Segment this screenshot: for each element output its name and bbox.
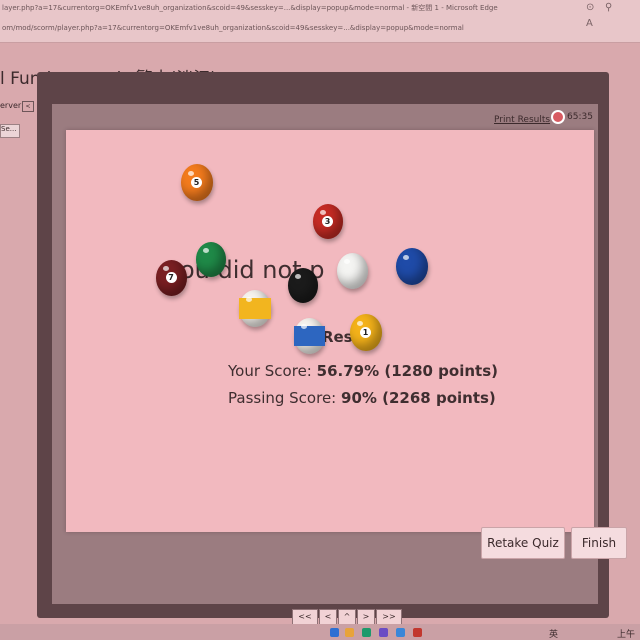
- nav-prev-button[interactable]: <: [319, 609, 337, 625]
- nav-last-button[interactable]: >>: [376, 609, 402, 625]
- ball-9-icon: [239, 290, 271, 327]
- ball-5-icon: 5: [181, 164, 213, 201]
- passing-score-value: 90% (2268 points): [341, 389, 496, 407]
- your-score-line: Your Score: 56.79% (1280 points): [228, 362, 498, 380]
- ball-6-icon: [196, 242, 226, 277]
- zoom-icon[interactable]: ⚲: [605, 2, 612, 13]
- taskbar-folder-icon[interactable]: [345, 628, 354, 637]
- input-language-indicator[interactable]: 英: [549, 627, 558, 640]
- retake-quiz-button[interactable]: Retake Quiz: [481, 527, 565, 559]
- taskbar-teams-icon[interactable]: [379, 628, 388, 637]
- nav-first-button[interactable]: <<: [292, 609, 318, 625]
- print-results-link[interactable]: Print Results: [494, 115, 550, 125]
- passing-score-line: Passing Score: 90% (2268 points): [228, 389, 496, 407]
- clock: 上午: [617, 630, 636, 640]
- restore-icon[interactable]: ⊙: [586, 2, 594, 13]
- ball-2-icon: [396, 248, 428, 285]
- side-label: erver: [0, 101, 22, 110]
- timer-value: 65:35: [567, 112, 593, 122]
- your-score-label: Your Score:: [228, 362, 312, 380]
- font-size-icon[interactable]: A: [586, 18, 593, 29]
- ball-3-icon: 3: [313, 204, 343, 239]
- ball-8-icon: [288, 268, 318, 303]
- timer-icon: [551, 110, 565, 124]
- ball-10-icon: [294, 318, 325, 354]
- nav-next-button[interactable]: >: [357, 609, 375, 625]
- side-button[interactable]: Se...: [0, 124, 20, 138]
- your-score-value: 56.79% (1280 points): [316, 362, 498, 380]
- ball-cue-icon: [337, 253, 368, 289]
- taskbar: [0, 624, 640, 640]
- taskbar-store-icon[interactable]: [396, 628, 405, 637]
- finish-button[interactable]: Finish: [571, 527, 627, 559]
- window-title: layer.php?a=17&currentorg=OKEmfv1ve8uh_o…: [2, 4, 498, 12]
- ball-1-icon: 1: [350, 314, 382, 351]
- collapse-toggle-icon[interactable]: <: [22, 101, 34, 112]
- taskbar-edge-icon[interactable]: [362, 628, 371, 637]
- ball-7-icon: 7: [156, 260, 187, 296]
- taskbar-app-icon[interactable]: [330, 628, 339, 637]
- passing-score-label: Passing Score:: [228, 389, 337, 407]
- nav-toc-button[interactable]: ^: [338, 609, 356, 625]
- address-bar[interactable]: om/mod/scorm/player.php?a=17&currentorg=…: [2, 24, 602, 32]
- taskbar-office-icon[interactable]: [413, 628, 422, 637]
- browser-titlebar: layer.php?a=17&currentorg=OKEmfv1ve8uh_o…: [0, 0, 640, 43]
